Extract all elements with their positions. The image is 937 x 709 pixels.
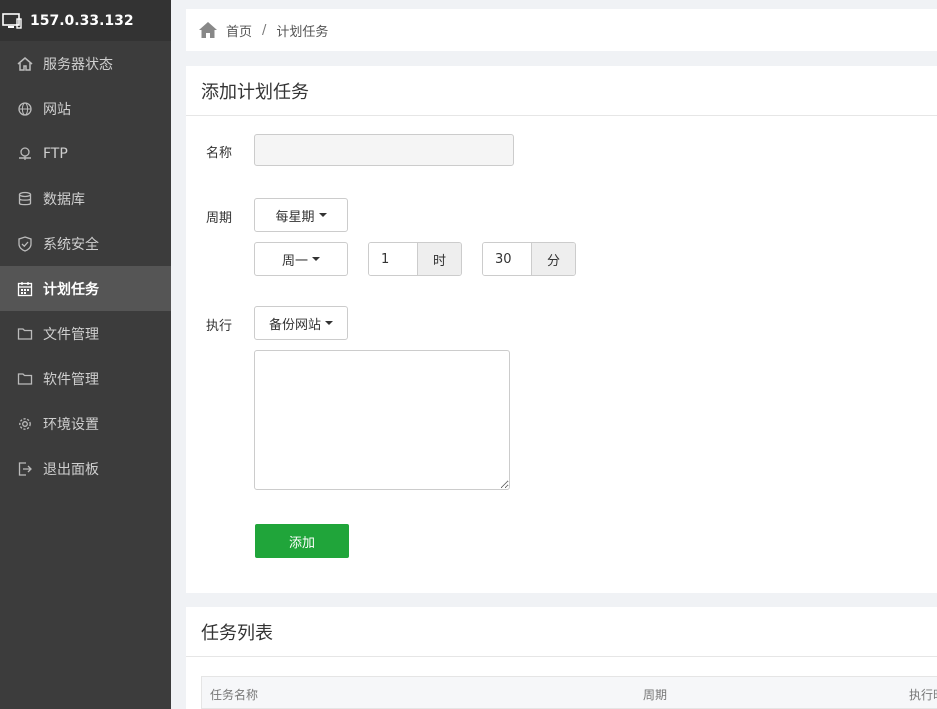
gear-icon: [17, 416, 33, 432]
monitor-icon: [2, 12, 30, 29]
sidebar-item-settings[interactable]: 环境设置: [0, 401, 171, 446]
sidebar-item-ftp[interactable]: FTP: [0, 131, 171, 176]
hour-unit: 时: [417, 243, 461, 275]
ftp-icon: [17, 146, 33, 162]
sidebar-item-label: 计划任务: [43, 281, 99, 298]
task-table-header: 任务名称 周期 执行时: [201, 676, 937, 709]
globe-icon: [17, 101, 33, 117]
sidebar-item-website[interactable]: 网站: [0, 86, 171, 131]
hour-input-group: 时: [368, 242, 462, 276]
weekday-value: 周一: [281, 253, 308, 269]
sidebar: 157.0.33.132 服务器状态 网站 FTP 数据库 系统安全 计划任务 …: [0, 0, 171, 709]
hour-input[interactable]: [369, 243, 417, 275]
breadcrumb-current: 计划任务: [276, 24, 329, 40]
caret-down-icon: [312, 257, 320, 261]
weekday-dropdown[interactable]: 周一: [254, 242, 348, 276]
home-icon[interactable]: [198, 21, 218, 39]
task-name-input[interactable]: [254, 134, 514, 166]
cycle-label: 周期: [206, 211, 233, 226]
sidebar-item-database[interactable]: 数据库: [0, 176, 171, 221]
add-task-button[interactable]: 添加: [255, 524, 349, 558]
column-header-cycle[interactable]: 周期: [643, 686, 667, 703]
exec-type-dropdown[interactable]: 备份网站: [254, 306, 348, 340]
column-header-name[interactable]: 任务名称: [210, 686, 258, 703]
caret-down-icon: [318, 213, 327, 217]
sidebar-item-label: 服务器状态: [43, 56, 113, 73]
script-textarea[interactable]: [254, 350, 510, 490]
add-task-panel: 添加计划任务 名称 周期 每星期 周一 时 分 执行 备份网站 添加: [186, 66, 937, 593]
sidebar-item-logout[interactable]: 退出面板: [0, 446, 171, 491]
caret-down-icon: [325, 321, 333, 325]
server-ip: 157.0.33.132: [30, 12, 134, 29]
sidebar-item-label: 数据库: [43, 191, 85, 208]
main-content: 首页 / 计划任务 添加计划任务 名称 周期 每星期 周一 时 分 执行 备份网…: [186, 0, 937, 709]
sidebar-item-files[interactable]: 文件管理: [0, 311, 171, 356]
sidebar-item-software[interactable]: 软件管理: [0, 356, 171, 401]
add-task-title: 添加计划任务: [186, 66, 937, 116]
sidebar-item-label: 网站: [43, 101, 71, 118]
sidebar-header: 157.0.33.132: [0, 0, 171, 41]
shield-icon: [17, 235, 33, 252]
minute-input-group: 分: [482, 242, 576, 276]
minute-input[interactable]: [483, 243, 531, 275]
folder-icon: [17, 326, 33, 342]
name-label: 名称: [206, 146, 233, 161]
sidebar-item-cron[interactable]: 计划任务: [0, 266, 171, 311]
task-list-panel: 任务列表 任务名称 周期 执行时: [186, 607, 937, 709]
calendar-icon: [17, 281, 33, 297]
sidebar-item-label: 环境设置: [43, 416, 99, 433]
cycle-type-value: 每星期: [275, 209, 315, 225]
sidebar-item-label: 系统安全: [43, 236, 99, 253]
sidebar-item-server-status[interactable]: 服务器状态: [0, 41, 171, 86]
minute-unit: 分: [531, 243, 575, 275]
column-header-exec[interactable]: 执行时: [909, 686, 937, 703]
sidebar-item-label: 软件管理: [43, 371, 99, 388]
exec-type-value: 备份网站: [268, 317, 321, 333]
sidebar-item-label: 退出面板: [43, 461, 99, 478]
breadcrumb-separator: /: [262, 22, 267, 38]
breadcrumb-home[interactable]: 首页: [226, 21, 252, 40]
sidebar-item-label: 文件管理: [43, 326, 99, 343]
logout-icon: [17, 461, 33, 477]
sidebar-item-security[interactable]: 系统安全: [0, 221, 171, 266]
sidebar-item-label: FTP: [43, 145, 68, 162]
breadcrumb: 首页 / 计划任务: [186, 9, 937, 51]
folder-icon: [17, 371, 33, 387]
exec-label: 执行: [206, 319, 233, 334]
cycle-type-dropdown[interactable]: 每星期: [254, 198, 348, 232]
database-icon: [17, 191, 33, 207]
home-icon: [17, 56, 33, 72]
task-list-title: 任务列表: [186, 607, 937, 657]
